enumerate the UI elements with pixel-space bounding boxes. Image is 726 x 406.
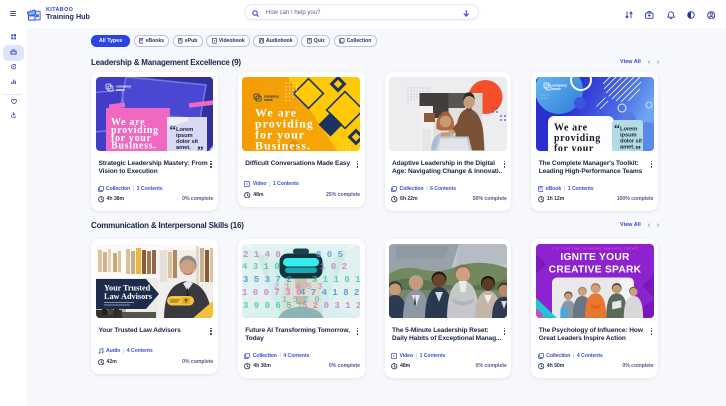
svg-text:2 1 4 0: 2 1 4 0 (243, 250, 281, 260)
svg-text:1 0 2: 1 0 2 (320, 262, 347, 272)
svg-text:Business.: Business. (111, 140, 157, 151)
svg-text:CREATIVE SPARK: CREATIVE SPARK (548, 264, 641, 275)
svg-text:2 1 4 5 3: 2 1 4 5 3 (274, 282, 323, 292)
svg-text:amet.: amet. (620, 144, 635, 150)
svg-text:providing: providing (554, 133, 601, 144)
svg-text:IT IS YOUR TIME TO INSPIRE, IN: IT IS YOUR TIME TO INSPIRE, INNOVATE, CR… (551, 246, 638, 250)
svg-text:”: ” (635, 142, 641, 151)
svg-text:for your: for your (554, 143, 594, 151)
svg-text:IGNITE YOUR: IGNITE YOUR (560, 252, 630, 263)
svg-text:4 3 1 0: 4 3 1 0 (242, 262, 280, 272)
svg-text:Business.: Business. (255, 138, 311, 151)
svg-text:name: name (116, 88, 125, 92)
svg-text:amet.: amet. (176, 145, 191, 151)
svg-text:8 0 5: 8 0 5 (316, 250, 343, 260)
svg-text:We are: We are (554, 122, 588, 133)
svg-text:name: name (552, 87, 561, 91)
svg-text:Law Advisors: Law Advisors (104, 292, 152, 301)
svg-text:1 5 2 0: 1 5 2 0 (282, 295, 320, 305)
svg-text:name: name (264, 98, 273, 102)
svg-text:”: ” (197, 143, 204, 152)
